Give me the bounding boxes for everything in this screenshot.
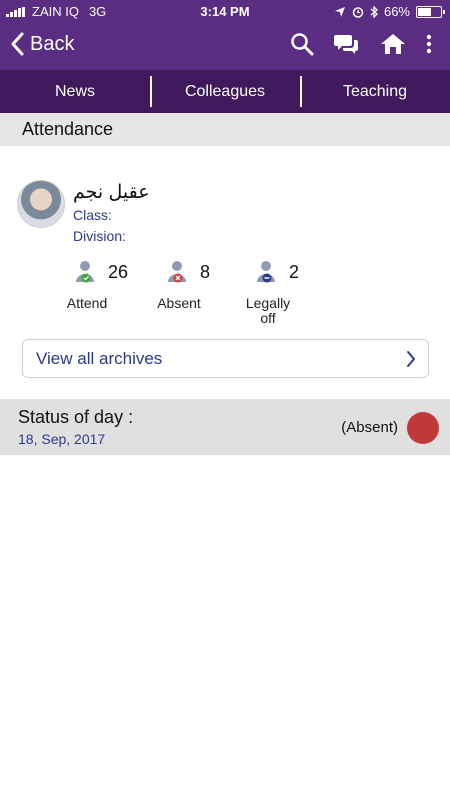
- tab-teaching[interactable]: Teaching: [300, 70, 450, 113]
- back-label: Back: [30, 32, 75, 55]
- back-button[interactable]: Back: [10, 32, 74, 56]
- attend-label: Attend: [66, 295, 108, 311]
- status-indicator-dot: [407, 412, 439, 444]
- section-title: Attendance: [22, 119, 114, 139]
- attend-badge: [81, 273, 91, 283]
- tab-news[interactable]: News: [0, 70, 150, 113]
- division-label: Division:: [73, 228, 126, 244]
- day-status-value: (Absent): [341, 419, 398, 436]
- absent-label: Absent: [157, 295, 201, 311]
- legally-off-label: Legally off: [245, 295, 291, 326]
- status-bar: ZAIN IQ 3G 3:14 PM 66%: [0, 0, 450, 22]
- person-minus-icon: [257, 261, 275, 283]
- absent-count: 8: [200, 262, 211, 282]
- location-icon: [334, 6, 345, 17]
- nav-bar: Back: [0, 22, 450, 70]
- tab-colleagues[interactable]: Colleagues: [150, 70, 300, 113]
- archives-label: View all archives: [36, 349, 163, 368]
- battery-fill: [418, 7, 431, 16]
- bluetooth-icon: [370, 5, 378, 18]
- person-check-icon: [76, 261, 94, 283]
- search-icon[interactable]: [290, 32, 314, 56]
- person-x-icon: [168, 261, 186, 283]
- section-header: Attendance: [0, 113, 450, 146]
- tab-bar: News Colleagues Teaching: [0, 70, 450, 113]
- nav-actions: [290, 32, 432, 56]
- alarm-icon: [352, 6, 364, 18]
- more-vert-icon[interactable]: [426, 34, 432, 54]
- battery-percent: 66%: [383, 4, 410, 19]
- class-label: Class:: [73, 207, 112, 223]
- day-status-date: 18, Sep, 2017: [18, 431, 106, 447]
- chevron-left-icon: [11, 32, 24, 56]
- day-status: Status of day : 18, Sep, 2017 (Absent): [0, 399, 450, 455]
- chat-icon[interactable]: [334, 32, 360, 56]
- chevron-right-icon: [407, 351, 415, 367]
- battery-icon: [416, 5, 445, 18]
- student-name: عقيل نجم: [73, 182, 150, 203]
- view-archives-button[interactable]: View all archives: [22, 339, 429, 378]
- attend-count: 26: [108, 262, 129, 282]
- avatar: [17, 180, 65, 228]
- home-icon[interactable]: [380, 32, 406, 56]
- legally-off-count: 2: [289, 262, 300, 282]
- status-right: 66%: [334, 4, 445, 19]
- day-status-title: Status of day :: [18, 407, 134, 427]
